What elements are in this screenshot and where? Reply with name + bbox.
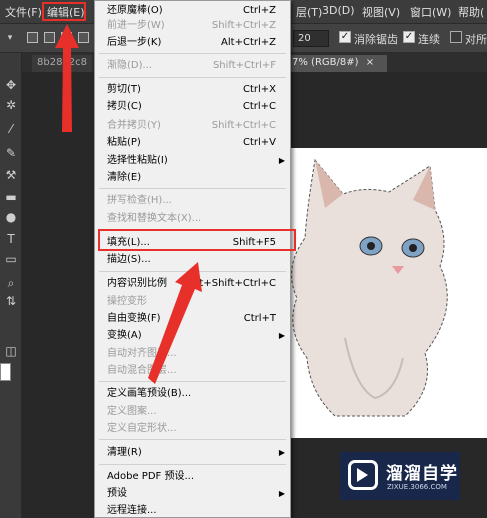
arrow-to-fill-icon: [148, 262, 202, 384]
arrow-to-edit-icon: [55, 24, 79, 132]
annotation-arrows: [55, 24, 202, 384]
